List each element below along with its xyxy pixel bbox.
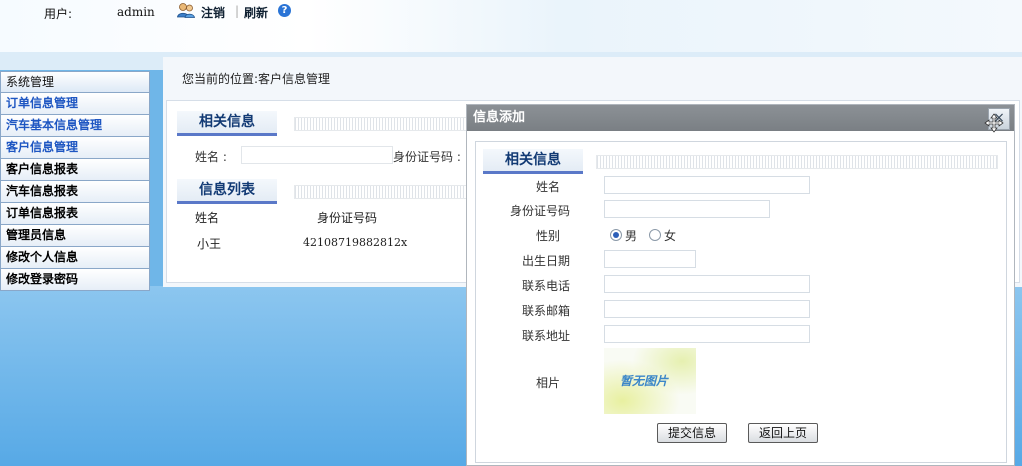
add-info-dialog: 信息添加 × 相关信息 姓名 身份证号码 性别 男 女 出生日期 联系电话 联系… (466, 104, 1015, 466)
header-separator: | (235, 4, 240, 18)
sidebar-item-edit-profile[interactable]: 修改个人信息 (0, 247, 150, 269)
sidebar-title: 系统管理 (0, 71, 150, 93)
table-cell-name: 小王 (197, 237, 222, 251)
column-header-id: 身份证号码 (317, 211, 378, 225)
gender-male-label: 男 (625, 229, 638, 243)
birthdate-input[interactable] (604, 250, 696, 268)
photo-placeholder-text: 暂无图片 (620, 374, 669, 388)
sidebar-item-car-report[interactable]: 汽车信息报表 (0, 181, 150, 203)
sidebar-item-order-management[interactable]: 订单信息管理 (0, 93, 150, 115)
move-icon[interactable] (984, 113, 1004, 133)
sidebar-item-customer-report[interactable]: 客户信息报表 (0, 159, 150, 181)
email-label: 联系邮箱 (521, 304, 570, 318)
back-button[interactable]: 返回上页 (748, 423, 819, 443)
name-label: 姓名 (535, 180, 560, 194)
phone-input[interactable] (604, 275, 810, 293)
submit-button[interactable]: 提交信息 (657, 423, 728, 443)
phone-label: 联系电话 (521, 279, 570, 293)
address-label: 联系地址 (521, 329, 570, 343)
name-input[interactable] (604, 176, 810, 194)
photo-placeholder-image[interactable]: 暂无图片 (604, 348, 696, 414)
id-number-label: 身份证号码 (509, 204, 570, 218)
gender-female-radio[interactable] (649, 229, 661, 241)
dialog-section-title: 相关信息 (483, 149, 583, 174)
sidebar-item-change-password[interactable]: 修改登录密码 (0, 269, 150, 291)
id-label: 身份证号码 : (393, 150, 461, 164)
name-label: 姓名 : (195, 150, 227, 164)
user-label: 用户: (44, 7, 73, 21)
column-header-name: 姓名 (195, 211, 220, 225)
refresh-link[interactable]: 刷新 (244, 4, 268, 21)
dialog-title: 信息添加 (467, 105, 1014, 131)
sidebar-item-order-report[interactable]: 订单信息报表 (0, 203, 150, 225)
gender-label: 性别 (535, 229, 560, 243)
user-name: admin (117, 5, 155, 19)
top-header: 用户: admin 注销 | 刷新 ? (0, 0, 1022, 52)
logout-link[interactable]: 注销 (201, 4, 225, 21)
birthdate-label: 出生日期 (521, 254, 570, 268)
dialog-form: 相关信息 姓名 身份证号码 性别 男 女 出生日期 联系电话 联系邮箱 联系地址… (475, 141, 1007, 463)
user-icon (177, 2, 195, 18)
search-section-title: 相关信息 (177, 111, 277, 136)
photo-label: 相片 (535, 376, 560, 390)
table-cell-id: 42108719882812x (303, 236, 408, 249)
address-input[interactable] (604, 325, 810, 343)
help-icon[interactable]: ? (278, 4, 291, 17)
list-section-title: 信息列表 (177, 179, 277, 204)
id-number-input[interactable] (604, 200, 770, 218)
breadcrumb: 您当前的位置:客户信息管理 (182, 72, 331, 86)
sidebar-item-customer-management[interactable]: 客户信息管理 (0, 137, 150, 159)
sidebar: 系统管理 订单信息管理 汽车基本信息管理 客户信息管理 客户信息报表 汽车信息报… (0, 71, 150, 291)
email-input[interactable] (604, 300, 810, 318)
sidebar-item-car-info-management[interactable]: 汽车基本信息管理 (0, 115, 150, 137)
gender-male-radio[interactable] (610, 229, 622, 241)
search-name-input[interactable] (241, 146, 393, 164)
gender-female-label: 女 (664, 229, 677, 243)
sidebar-item-admin-info[interactable]: 管理员信息 (0, 225, 150, 247)
dialog-section-divider (596, 155, 998, 169)
